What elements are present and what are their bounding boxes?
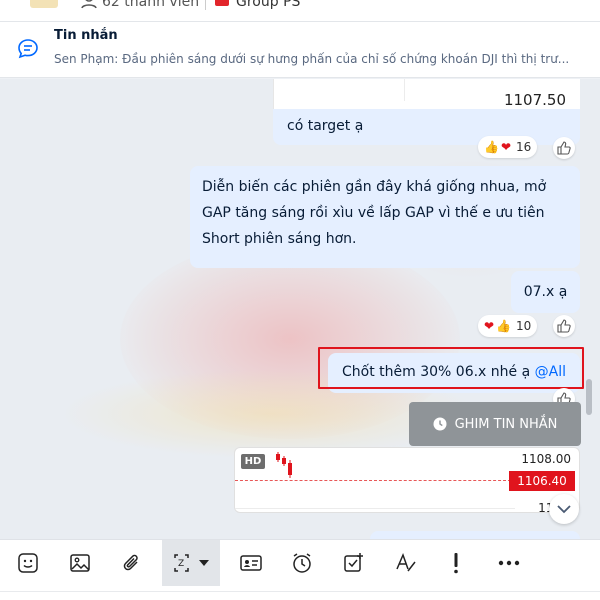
like-button[interactable] (553, 315, 575, 337)
scrollbar-thumb[interactable] (586, 379, 592, 415)
message-text: có target ạ (287, 118, 364, 134)
thumbs-up-emoji-icon: 👍 (484, 140, 499, 154)
text-format-button[interactable] (390, 540, 422, 586)
screenshot-icon: Z (174, 554, 189, 572)
contact-card-button[interactable] (234, 540, 268, 586)
tag-icon (215, 0, 229, 6)
reaction-summary[interactable]: 👍 ❤ 16 (478, 136, 538, 158)
thumbs-up-outline-icon (557, 141, 571, 155)
scroll-to-bottom-button[interactable] (549, 494, 579, 524)
price-line (235, 480, 511, 481)
candlestick-icon (276, 452, 292, 478)
chart-image-message[interactable]: HD 1108.00 1106.40 110 (234, 447, 580, 513)
grid-line (235, 508, 515, 509)
sticker-icon (18, 553, 38, 573)
contact-card-icon (240, 555, 262, 571)
divider (205, 0, 206, 10)
thumbs-up-emoji-icon: 👍 (496, 319, 512, 333)
members-icon (80, 0, 98, 14)
input-area-edge[interactable] (0, 591, 600, 600)
chevron-down-icon (199, 560, 209, 566)
message-bubble[interactable]: 07.x ạ (511, 271, 580, 313)
screenshot-button[interactable]: Z (162, 540, 220, 586)
exclamation-icon (454, 553, 458, 574)
hd-badge: HD (241, 454, 265, 469)
price-label: 1108.00 (521, 452, 571, 466)
current-price-marker: 1106.40 (509, 471, 575, 491)
thumbs-up-outline-icon (557, 319, 571, 333)
chat-area[interactable]: 1107.50 có target ạ 👍 ❤ 16 Diễn biến các… (0, 79, 600, 539)
chevron-down-icon (557, 505, 571, 514)
more-icon (498, 560, 520, 566)
reaction-summary[interactable]: ❤ 👍 10 (478, 315, 538, 337)
more-options-button[interactable] (492, 540, 526, 586)
group-tag[interactable]: Group PS (236, 0, 300, 10)
chart-gridline (404, 79, 405, 101)
reaction-count: 10 (516, 319, 532, 333)
message-text: Diễn biến các phiên gần đây khá giống nh… (202, 179, 547, 247)
chat-bubble-icon (16, 37, 40, 65)
reaction-count: 16 (516, 140, 532, 154)
format-text-icon (396, 552, 416, 572)
pin-message-button[interactable]: GHIM TIN NHẮN (409, 402, 581, 446)
pinned-title: Tin nhắn (54, 28, 118, 43)
alarm-clock-icon (293, 553, 311, 573)
clock-icon (433, 417, 447, 431)
composer-toolbar: Z (0, 539, 600, 591)
like-button[interactable] (553, 137, 575, 159)
pin-message-label: GHIM TIN NHẮN (454, 416, 558, 432)
heart-emoji-icon: ❤ (500, 140, 512, 154)
urgent-button[interactable] (440, 540, 472, 586)
group-header: 62 thành viên Group PS (0, 0, 600, 22)
heart-emoji-icon: ❤ (484, 319, 495, 333)
attach-file-button[interactable] (116, 540, 148, 586)
member-count[interactable]: 62 thành viên (102, 0, 199, 10)
task-button[interactable] (338, 540, 370, 586)
group-logo[interactable] (30, 0, 58, 8)
message-text: 07.x ạ (523, 284, 568, 300)
paperclip-icon (123, 554, 138, 571)
message-bubble[interactable]: Diễn biến các phiên gần đây khá giống nh… (190, 166, 580, 268)
highlight-box (318, 347, 584, 389)
task-check-icon (344, 553, 363, 572)
svg-text:Z: Z (178, 559, 184, 569)
reminder-button[interactable] (286, 540, 318, 586)
message-bubble[interactable] (370, 531, 580, 539)
pinned-preview: Sen Phạm: Đầu phiên sáng dưới sự hưng ph… (54, 52, 570, 66)
image-button[interactable] (64, 540, 96, 586)
chart-image-strip: 1107.50 (273, 79, 580, 111)
image-icon (70, 554, 90, 572)
sticker-button[interactable] (12, 540, 44, 586)
pinned-message-bar[interactable]: Tin nhắn Sen Phạm: Đầu phiên sáng dưới s… (0, 22, 600, 78)
